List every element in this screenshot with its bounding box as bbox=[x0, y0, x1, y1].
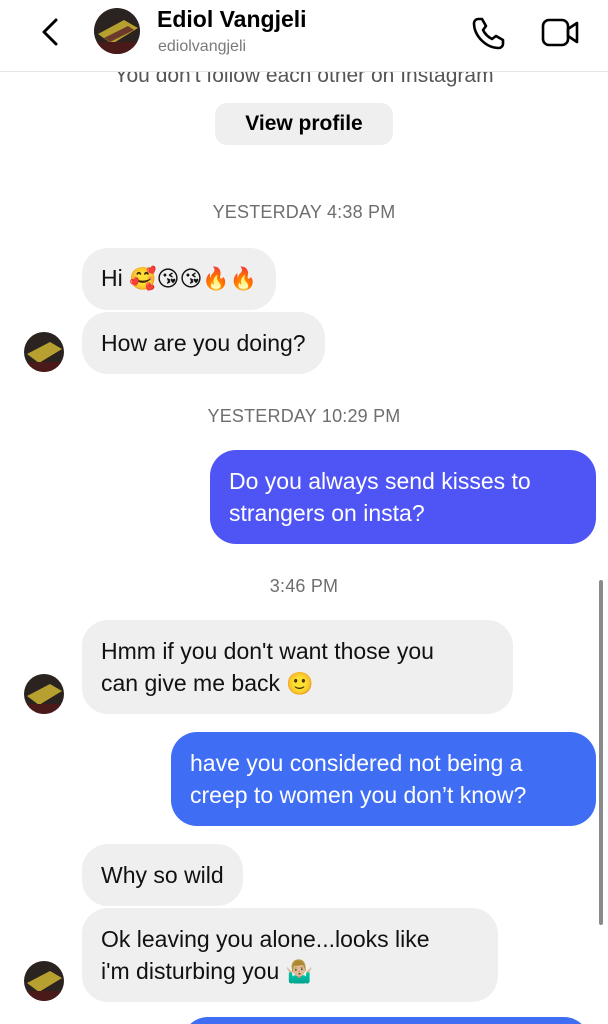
message-text: Hmm if you don't want those you bbox=[101, 638, 434, 664]
emoji: 🙂 bbox=[286, 672, 314, 697]
message-bubble-partial[interactable] bbox=[182, 1017, 590, 1024]
message-bubble[interactable]: Ok leaving you alone...looks like i'm di… bbox=[82, 908, 498, 1002]
sender-avatar[interactable] bbox=[24, 332, 64, 372]
message-bubble[interactable]: Hi 🥰😘😘🔥🔥 bbox=[82, 248, 277, 310]
contact-name[interactable]: Ediol Vangjeli bbox=[157, 6, 307, 33]
scrollbar[interactable] bbox=[599, 580, 603, 925]
call-button[interactable] bbox=[470, 14, 508, 52]
timestamp: 3:46 PM bbox=[269, 576, 339, 596]
chat-header: Ediol Vangjeli ediolvangjeli bbox=[0, 0, 608, 72]
back-button[interactable] bbox=[36, 14, 68, 50]
message-bubble[interactable]: Why so wild bbox=[82, 844, 243, 906]
message-bubble[interactable]: Hmm if you don't want those you can give… bbox=[82, 620, 513, 714]
contact-username: ediolvangjeli bbox=[158, 38, 247, 55]
phone-icon bbox=[472, 17, 505, 50]
timestamp: YESTERDAY 4:38 PM bbox=[212, 202, 396, 222]
message-bubble[interactable]: have you considered not being a creep to… bbox=[171, 732, 596, 826]
sender-avatar[interactable] bbox=[24, 961, 64, 1001]
emoji: 🥰😘😘🔥🔥 bbox=[129, 267, 258, 292]
message-text: Hi bbox=[101, 265, 123, 291]
message-thread[interactable]: You don't follow each other on Instagram… bbox=[0, 72, 608, 1024]
view-profile-button[interactable]: View profile bbox=[215, 103, 393, 145]
message-text: i'm disturbing you bbox=[101, 958, 280, 984]
message-text: have you considered not being a bbox=[190, 750, 523, 776]
message-text: Why so wild bbox=[101, 862, 224, 888]
message-bubble[interactable]: How are you doing? bbox=[82, 312, 325, 374]
message-text: strangers on insta? bbox=[229, 500, 425, 526]
video-call-button[interactable] bbox=[540, 14, 580, 52]
message-text: Ok leaving you alone...looks like bbox=[101, 926, 430, 952]
sender-avatar[interactable] bbox=[24, 674, 64, 714]
message-text: creep to women you don’t know? bbox=[190, 782, 527, 808]
avatar[interactable] bbox=[94, 8, 140, 54]
message-bubble[interactable]: Do you always send kisses to strangers o… bbox=[210, 450, 596, 544]
back-arrow-icon bbox=[42, 18, 58, 46]
message-text: How are you doing? bbox=[101, 330, 306, 356]
follow-notice: You don't follow each other on Instagram bbox=[114, 72, 494, 87]
message-text: can give me back bbox=[101, 670, 280, 696]
timestamp: YESTERDAY 10:29 PM bbox=[207, 406, 401, 426]
video-camera-icon bbox=[541, 18, 579, 47]
emoji: 🤷🏼‍♂️ bbox=[285, 960, 314, 985]
message-text: Do you always send kisses to bbox=[229, 468, 531, 494]
